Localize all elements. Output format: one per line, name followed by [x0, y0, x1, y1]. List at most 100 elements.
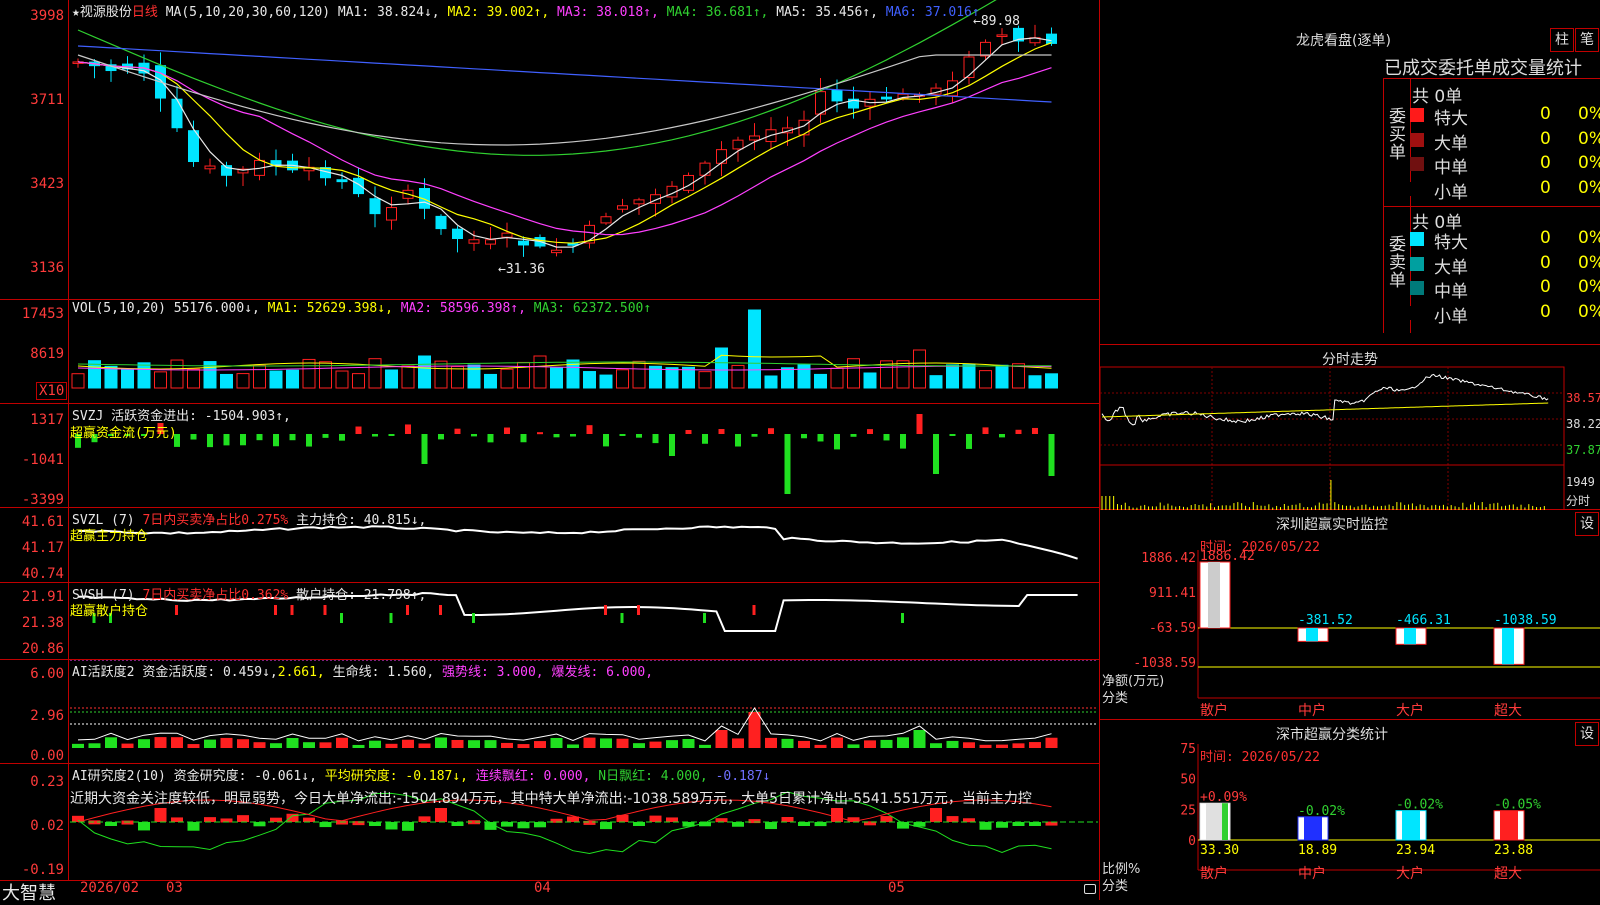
- activity-ma-value: 2.661,: [277, 665, 325, 680]
- lifeline-value: 生命线: 1.560,: [332, 665, 435, 680]
- fund-flow-bar: [718, 429, 725, 434]
- research-bar: [105, 822, 117, 826]
- fund-flow-bar: [388, 434, 395, 436]
- bar-view-button[interactable]: 柱: [1550, 28, 1574, 52]
- fund-flow-bar: [322, 434, 329, 438]
- high-price-label: ←89.98: [973, 14, 1020, 29]
- ai-activity-pane[interactable]: 6.00 2.96 0.00 AI活跃度2 资金活跃度: 0.459↓,2.66…: [0, 660, 1100, 764]
- volume-bar: [71, 373, 85, 389]
- fund-flow-bar: [916, 414, 923, 434]
- activity-bar: [699, 744, 711, 748]
- candle-body: [485, 239, 496, 245]
- fund-flow-bar: [949, 434, 956, 436]
- activity-bar: [72, 743, 84, 748]
- monitor-bar-chart[interactable]: 1886.42 911.41 -63.59 -1038.59 1886.42 散户 -381…: [1100, 510, 1600, 720]
- volume-bar: [896, 360, 910, 389]
- kline-pane[interactable]: 3998 3711 3423 3136 ★视源股份日线 MA(5,10,20,3…: [0, 0, 1100, 300]
- intraday-y-tick: 37.87: [1566, 443, 1600, 457]
- activity-bar: [583, 737, 596, 748]
- ai-research-header: AI研究度2(10) 资金研究度: -0.061↓, 平均研究度: -0.187…: [72, 765, 770, 784]
- research-bar: [402, 822, 414, 831]
- indicator-name[interactable]: AI活跃度2: [72, 665, 134, 680]
- classify-y-tick: 50: [1180, 773, 1196, 788]
- fund-flow-bar: [768, 428, 774, 434]
- research-bar: [138, 822, 150, 831]
- retail-tick: [901, 613, 904, 623]
- volume-bar: [335, 370, 349, 389]
- classify-change-label: -0.02%: [1396, 798, 1443, 813]
- research-bar: [831, 808, 843, 822]
- candlestick-chart[interactable]: [0, 0, 1100, 300]
- row-color-swatch: [1410, 232, 1424, 246]
- research-bar: [600, 822, 612, 830]
- activity-bar: [1045, 737, 1058, 748]
- fund-flow-bar: [438, 434, 444, 440]
- candle-body: [452, 228, 463, 240]
- fund-activity-value: 资金活跃度: 0.459↓,: [142, 665, 278, 680]
- row-count: 0: [1540, 128, 1551, 149]
- candle-body: [633, 199, 645, 205]
- research-bar: [649, 815, 662, 822]
- row-color-swatch: [1410, 132, 1424, 147]
- research-bar: [979, 822, 992, 830]
- volume-bar: [170, 359, 184, 389]
- volume-bar: [665, 367, 679, 389]
- activity-bar: [204, 739, 216, 748]
- svzj-pane[interactable]: 1317 -1041 -3399 SVZJ 活跃资金进出: -1504.903↑…: [0, 404, 1100, 508]
- research-bar: [270, 817, 282, 822]
- classify-y-tick: 75: [1180, 742, 1196, 757]
- research-bar: [1029, 822, 1041, 826]
- research-bar: [171, 817, 183, 822]
- research-bar: [666, 817, 678, 822]
- fund-flow-bar: [1015, 429, 1022, 434]
- research-bar: [996, 822, 1008, 828]
- volume-bar: [154, 371, 167, 389]
- row-color-swatch: [1410, 281, 1424, 295]
- classify-category: 散户: [1200, 865, 1228, 882]
- fund-flow-bar: [883, 434, 890, 441]
- activity-bar: [435, 737, 447, 748]
- volume-bar: [1012, 363, 1025, 389]
- svsh-pane[interactable]: 21.91 21.38 20.86 SVSH (7) 7日内买卖净占比0.362…: [0, 583, 1100, 660]
- candle-body: [336, 179, 348, 183]
- lhb-tabs[interactable]: 已成交委托单成交量统计: [1384, 54, 1600, 80]
- volume-bar: [995, 364, 1009, 389]
- lock-icon[interactable]: [1084, 884, 1096, 894]
- volume-pane[interactable]: 17453 8619 X10 VOL(5,10,20) 55176.000↓, …: [0, 300, 1100, 404]
- classify-category: 大户: [1396, 865, 1424, 882]
- candle-body: [963, 56, 975, 78]
- row-percent: 0%: [1578, 277, 1600, 297]
- volume-bar: [220, 373, 233, 389]
- net-ratio: 7日内买卖净占比0.362%: [142, 588, 289, 603]
- activity-bar: [534, 741, 546, 748]
- classify-bar-chart[interactable]: 75 50 25 0 +0.09% 33.30 散户 -0.02% 18.89 中户 -0.02% 2…: [1100, 720, 1600, 900]
- activity-bar: [831, 737, 843, 748]
- row-percent: 0%: [1578, 252, 1600, 273]
- volume-bar: [847, 358, 860, 389]
- intraday-chart[interactable]: [1100, 345, 1600, 510]
- candle-body: [617, 205, 628, 210]
- indicator-name[interactable]: VOL(5,10,20): [72, 301, 166, 316]
- stock-name[interactable]: 视源股份: [80, 5, 132, 20]
- favorite-star-icon[interactable]: ★: [72, 5, 80, 20]
- volume-bar: [418, 355, 431, 389]
- monitor-value-label: -466.31: [1396, 613, 1451, 628]
- classify-value-label: 23.94: [1396, 843, 1435, 858]
- svzl-pane[interactable]: 41.61 41.17 40.74 SVZL (7) 7日内买卖净占比0.275…: [0, 508, 1100, 583]
- research-bar: [748, 819, 761, 824]
- volume-bar: [550, 367, 563, 389]
- intraday-panel[interactable]: 分时走势 38.57 38.22 37.87 1949 分时: [1100, 345, 1600, 510]
- ma2-value: MA2: 39.002↑,: [447, 5, 550, 20]
- volume-bar: [731, 364, 745, 389]
- period-label[interactable]: 日线: [132, 5, 158, 20]
- indicator-name[interactable]: AI研究度2(10): [72, 769, 166, 784]
- ai-research-pane[interactable]: 0.23 0.02 -0.19 AI研究度2(10) 资金研究度: -0.061…: [0, 764, 1100, 880]
- classify-category: 超大: [1494, 866, 1522, 882]
- pen-view-button[interactable]: 笔: [1575, 28, 1599, 52]
- candle-body: [881, 96, 892, 100]
- row-color-swatch: [1410, 157, 1424, 171]
- fund-flow-bar: [999, 434, 1005, 438]
- activity-bar: [270, 743, 282, 748]
- activity-bar: [336, 737, 348, 748]
- retail-tick: [604, 605, 607, 615]
